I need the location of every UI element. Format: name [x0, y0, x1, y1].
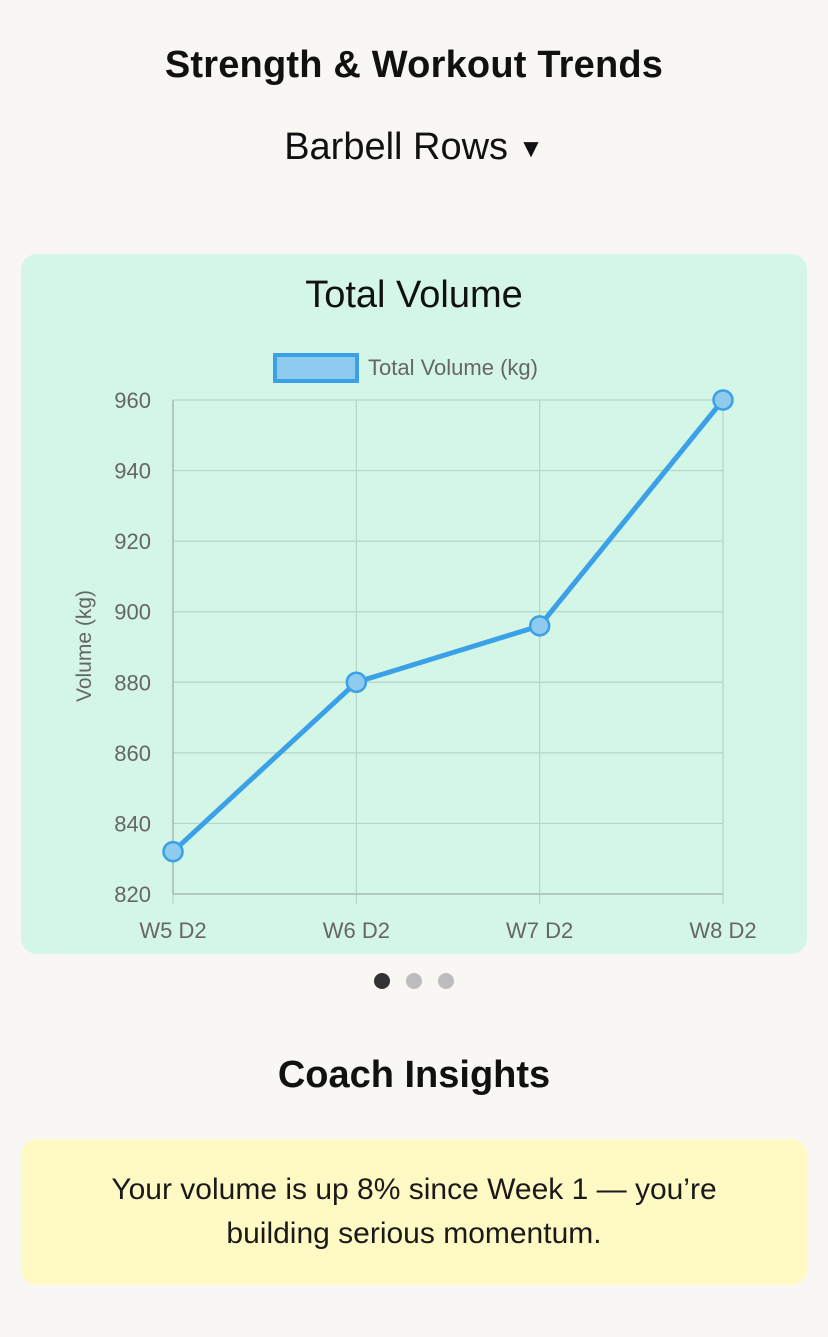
series-line-total-volume: [171, 398, 725, 854]
page-title: Strength & Workout Trends: [164, 44, 664, 86]
y-tick-label: 920: [114, 529, 151, 554]
exercise-dropdown[interactable]: Barbell Rows ▼: [0, 126, 828, 169]
x-tick-label: W5 D2: [139, 918, 206, 943]
y-tick-label: 960: [114, 388, 151, 413]
insight-card: Your volume is up 8% since Week 1 — you’…: [21, 1139, 807, 1285]
x-tick-label: W6 D2: [323, 918, 390, 943]
insight-text: Your volume is up 8% since Week 1 — you’…: [111, 1173, 717, 1250]
y-tick-label: 880: [114, 670, 151, 695]
y-tick-label: 940: [114, 459, 151, 484]
data-point: [162, 840, 184, 863]
legend-label: Total Volume (kg): [368, 355, 538, 380]
y-tick-label: 860: [114, 741, 151, 766]
data-point: [528, 615, 551, 637]
x-tick-label: W7 D2: [506, 918, 573, 943]
chevron-down-icon: ▼: [518, 133, 544, 163]
pagination-dot-2[interactable]: [406, 973, 422, 989]
pagination-dot-1[interactable]: [374, 973, 390, 989]
total-volume-chart: 820 840 860 880 900 920 940 960 W5 D2 W6 D2 W7 D2 W…: [73, 353, 757, 943]
carousel-pagination: [0, 973, 828, 991]
y-tick-label: 840: [114, 811, 151, 836]
y-tick-label: 900: [114, 600, 151, 625]
y-tick-label: 820: [114, 882, 151, 907]
data-point: [712, 389, 734, 411]
x-tick-label: W8 D2: [689, 918, 756, 943]
total-volume-chart-card[interactable]: Total Volume 820 840 860 880 900 920 940 960 W5 …: [21, 254, 807, 954]
data-point: [345, 671, 368, 694]
y-axis-label: Volume (kg): [73, 590, 96, 702]
pagination-dot-3[interactable]: [438, 973, 454, 989]
legend-swatch: [273, 353, 359, 383]
exercise-dropdown-label: Barbell Rows: [284, 126, 509, 168]
coach-insights-title: Coach Insights: [277, 1054, 551, 1096]
